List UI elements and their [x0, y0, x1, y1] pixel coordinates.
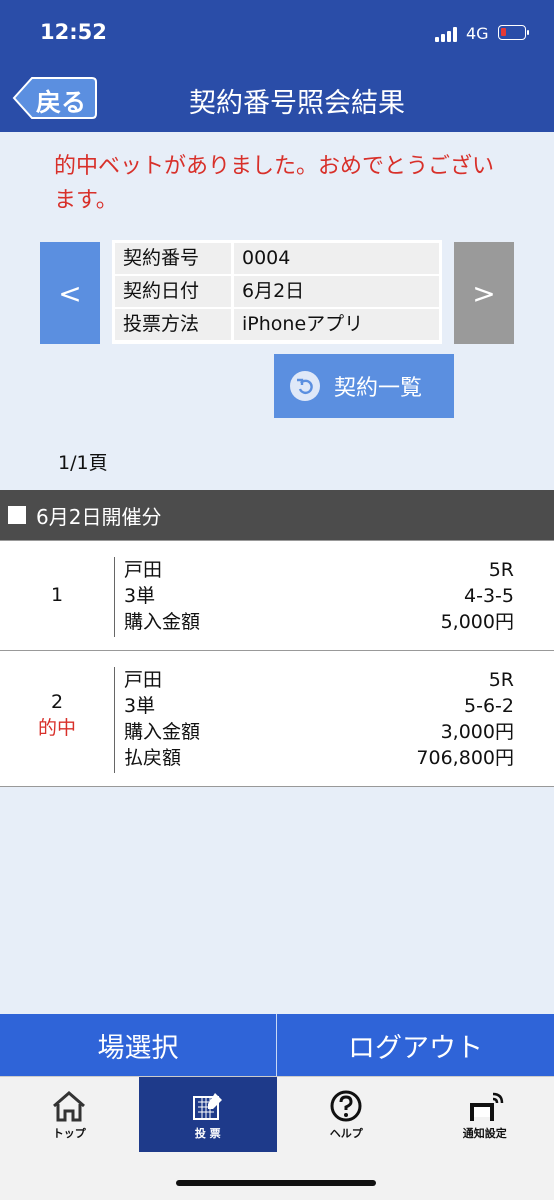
bet-line: 購入金額 5,000円 [115, 609, 514, 635]
back-label: 戻る [36, 88, 87, 117]
nav-bar: 戻る 契約番号照会結果 [0, 66, 554, 132]
home-indicator[interactable] [176, 1180, 376, 1186]
bet-label: 購入金額 [124, 721, 201, 743]
bet-value: 5-6-2 [464, 695, 514, 717]
tab-top[interactable]: トップ [0, 1077, 139, 1153]
bet-label: 戸田 [124, 559, 163, 581]
info-row: 契約日付 6月2日 [115, 276, 439, 307]
notification-icon [469, 1092, 503, 1121]
bet-details: 戸田 5R 3単 4-3-5 購入金額 5,000円 [114, 557, 514, 637]
tab-vote[interactable]: 投 票 [138, 1077, 277, 1153]
hit-message: 的中ベットがありました。おめでとうございます。 [54, 154, 495, 213]
info-row: 投票方法 iPhoneアプリ [115, 309, 439, 340]
page-indicator: 1/1頁 [58, 452, 108, 474]
bet-row[interactable]: 1 戸田 5R 3単 4-3-5 購入金額 5,000円 [0, 541, 554, 651]
square-icon [8, 506, 26, 524]
bet-number: 2 [50, 691, 64, 713]
bet-label: 購入金額 [124, 611, 201, 633]
bet-number: 1 [50, 584, 64, 606]
info-key: 契約日付 [115, 276, 231, 307]
signal-icon [435, 27, 461, 42]
bet-details: 戸田 5R 3単 5-6-2 購入金額 3,000円 払戻額 706,800円 [114, 667, 514, 773]
status-bar: 12:52 4G [0, 0, 554, 66]
tab-label: 投 票 [194, 1127, 221, 1140]
tab-bar: トップ 投 票 ヘルプ 通知設定 [0, 1076, 554, 1153]
bet-value: 4-3-5 [464, 585, 514, 607]
tab-label: トップ [52, 1127, 86, 1140]
bet-line: 戸田 5R [115, 667, 514, 693]
bottom-actions: 場選択 ログアウト [0, 1014, 554, 1076]
info-key: 契約番号 [115, 243, 231, 274]
bet-line: 3単 4-3-5 [115, 583, 514, 609]
page-title: 契約番号照会結果 [189, 88, 405, 119]
network-type: 4G [466, 24, 489, 43]
tab-label: ヘルプ [329, 1127, 363, 1140]
info-value: 6月2日 [234, 276, 439, 307]
bet-number-block: 2 的中 [0, 691, 114, 740]
contract-list-button[interactable]: 契約一覧 [274, 354, 454, 418]
bet-label: 3単 [124, 585, 156, 607]
logout-button[interactable]: ログアウト [277, 1014, 554, 1076]
bet-line: 払戻額 706,800円 [115, 745, 514, 771]
bet-value: 3,000円 [440, 721, 514, 743]
status-time: 12:52 [40, 20, 107, 44]
home-indicator-area [0, 1152, 554, 1200]
bet-value: 706,800円 [416, 747, 514, 769]
info-key: 投票方法 [115, 309, 231, 340]
bet-row[interactable]: 2 的中 戸田 5R 3単 5-6-2 購入金額 3,000円 払戻額 706,800円 [0, 651, 554, 787]
contract-list-label: 契約一覧 [334, 376, 423, 401]
prev-button[interactable]: < [40, 242, 100, 344]
ballot-icon [192, 1093, 222, 1120]
info-value: iPhoneアプリ [234, 309, 439, 340]
return-icon [290, 371, 320, 401]
hit-label: 的中 [37, 717, 76, 739]
section-header: 6月2日開催分 [0, 490, 554, 540]
section-title: 6月2日開催分 [36, 504, 162, 529]
bet-value: 5,000円 [440, 611, 514, 633]
next-button[interactable]: > [454, 242, 514, 344]
venue-select-button[interactable]: 場選択 [0, 1014, 277, 1076]
bet-label: 3単 [124, 695, 156, 717]
battery-icon [498, 25, 529, 40]
tab-label: 通知設定 [462, 1127, 507, 1140]
bet-value: 5R [488, 559, 514, 581]
back-button[interactable]: 戻る [12, 76, 98, 120]
bet-label: 払戻額 [124, 747, 182, 769]
bet-value: 5R [488, 669, 514, 691]
bet-line: 購入金額 3,000円 [115, 719, 514, 745]
contract-info-table: 契約番号 0004 契約日付 6月2日 投票方法 iPhoneアプリ [112, 240, 442, 344]
info-row: 契約番号 0004 [115, 243, 439, 274]
bet-list: 1 戸田 5R 3単 4-3-5 購入金額 5,000円 2 的中 戸田 5R 3単 5-… [0, 540, 554, 787]
info-value: 0004 [234, 243, 439, 274]
bet-line: 3単 5-6-2 [115, 693, 514, 719]
bet-line: 戸田 5R [115, 557, 514, 583]
help-icon [330, 1090, 362, 1122]
bet-label: 戸田 [124, 669, 163, 691]
home-icon [53, 1091, 86, 1122]
tab-help[interactable]: ヘルプ [277, 1077, 416, 1153]
tab-notification-settings[interactable]: 通知設定 [416, 1077, 554, 1153]
